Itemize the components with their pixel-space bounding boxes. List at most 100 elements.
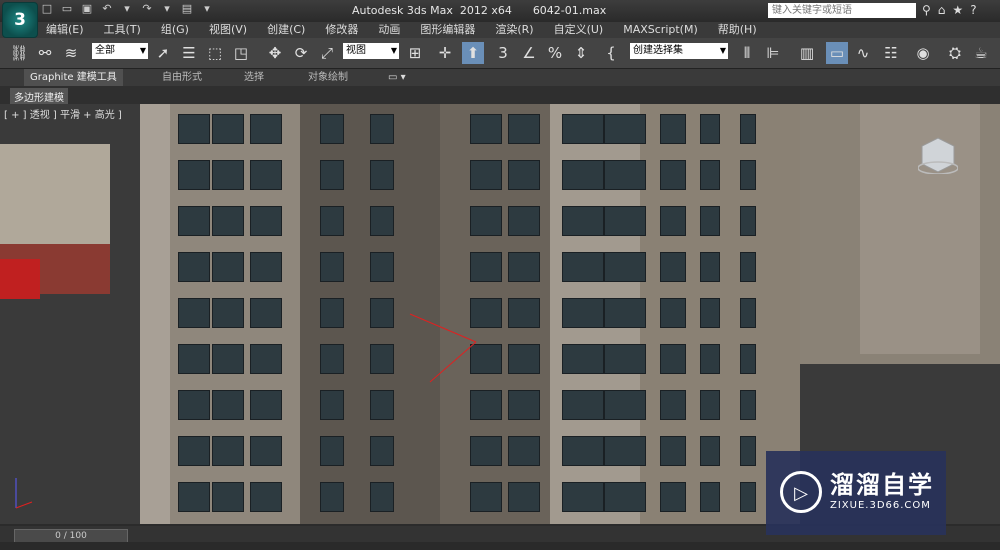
window-pane — [370, 160, 394, 190]
pivot-center-icon[interactable]: ⊞ — [404, 42, 426, 64]
tab-selection[interactable]: 选择 — [244, 69, 264, 86]
menu-item[interactable]: 编辑(E) — [46, 22, 84, 38]
tab-freeform[interactable]: 自由形式 — [162, 69, 202, 86]
redo-icon[interactable]: ↷ — [140, 2, 154, 16]
select-by-name-icon[interactable]: ☰ — [178, 42, 200, 64]
tab-graphite[interactable]: Graphite 建模工具 — [24, 69, 123, 86]
select-and-rotate-icon[interactable]: ⟳ — [290, 42, 312, 64]
render-production-icon[interactable]: ☕ — [970, 42, 992, 64]
time-slider[interactable]: 0 / 100 — [14, 529, 128, 543]
window-pane — [562, 344, 604, 374]
window-pane — [250, 206, 282, 236]
project-folder-icon[interactable]: ▤ — [180, 2, 194, 16]
unlink-selection-icon[interactable]: ⚯ — [34, 42, 56, 64]
menu-item[interactable]: MAXScript(M) — [623, 22, 698, 38]
percent-snap-label: % — [547, 44, 563, 62]
render-setup-icon[interactable]: ⛭ — [944, 42, 966, 64]
schematic-view-icon[interactable]: ☷ — [880, 42, 902, 64]
menu-item[interactable]: 修改器 — [325, 22, 358, 38]
window-pane — [470, 482, 502, 512]
chevron-down-icon: ▼ — [139, 46, 146, 55]
layer-manager-icon[interactable]: ▥ — [796, 42, 818, 64]
bind-to-space-warp-icon[interactable]: ≋ — [60, 42, 82, 64]
window-pane — [370, 482, 394, 512]
binoculars-icon[interactable]: ⚲ — [922, 3, 931, 17]
viewport-label[interactable]: [ + ] 透视 ] 平滑 + 高光 ] — [4, 106, 122, 121]
favorites-icon[interactable]: ★ — [952, 3, 963, 17]
window-pane — [660, 390, 686, 420]
edit-named-selection-icon[interactable]: { — [600, 42, 622, 64]
quick-access-dropdown-icon[interactable]: ▾ — [200, 2, 214, 16]
reference-coordinate-dropdown[interactable]: 视图 ▼ — [343, 43, 399, 59]
window-pane — [250, 436, 282, 466]
menu-item[interactable]: 创建(C) — [267, 22, 305, 38]
align-icon[interactable]: ⊫ — [762, 42, 784, 64]
polygon-modeling-panel[interactable]: 多边形建模 — [10, 88, 68, 105]
percent-snap-icon[interactable]: % — [544, 42, 566, 64]
window-pane — [178, 298, 210, 328]
window-pane — [740, 298, 756, 328]
window-pane — [320, 390, 344, 420]
rectangular-selection-icon[interactable]: ⬚ — [204, 42, 226, 64]
menu-item[interactable]: 工具(T) — [104, 22, 141, 38]
named-selection-dropdown[interactable]: 创建选择集 ▼ — [630, 43, 728, 59]
new-file-icon[interactable]: □ — [40, 2, 54, 16]
menu-item[interactable]: 组(G) — [161, 22, 189, 38]
select-object-icon[interactable]: ➚ — [152, 42, 174, 64]
graphite-toggle-icon[interactable]: ▭ — [826, 42, 848, 64]
viewcube-face[interactable] — [921, 137, 955, 173]
window-pane — [562, 160, 604, 190]
chevron-down-icon: ▼ — [719, 46, 726, 55]
window-pane — [660, 252, 686, 282]
window-pane — [370, 206, 394, 236]
redo-dropdown-icon[interactable]: ▾ — [160, 2, 174, 16]
window-pane — [740, 344, 756, 374]
open-file-icon[interactable]: ▭ — [60, 2, 74, 16]
menu-item[interactable]: 自定义(U) — [554, 22, 604, 38]
window-pane — [212, 390, 244, 420]
application-menu-button[interactable]: 3 — [2, 2, 38, 38]
menu-item[interactable]: 帮助(H) — [718, 22, 757, 38]
curve-editor-icon[interactable]: ∿ — [852, 42, 874, 64]
ribbon-options-icon[interactable]: ▭ ▾ — [388, 69, 406, 86]
select-and-move-icon[interactable]: ✥ — [264, 42, 286, 64]
keyboard-shortcut-override-icon[interactable]: ⬆ — [462, 42, 484, 64]
menu-item[interactable]: 动画 — [378, 22, 400, 38]
undo-icon[interactable]: ↶ — [100, 2, 114, 16]
menu-item[interactable]: 视图(V) — [209, 22, 247, 38]
undo-dropdown-icon[interactable]: ▾ — [120, 2, 134, 16]
title-bar: □ ▭ ▣ ↶ ▾ ↷ ▾ ▤ ▾ Autodesk 3ds Max 2012 … — [0, 0, 1000, 22]
window-pane — [470, 390, 502, 420]
window-pane — [700, 482, 720, 512]
snaps-toggle-icon[interactable]: 3 — [492, 42, 514, 64]
help-icon[interactable]: ? — [970, 3, 976, 17]
angle-snap-icon[interactable]: ∠ — [518, 42, 540, 64]
material-editor-icon[interactable]: ◉ — [912, 42, 934, 64]
window-pane — [320, 482, 344, 512]
window-pane — [604, 436, 646, 466]
window-pane — [178, 160, 210, 190]
save-icon[interactable]: ▣ — [80, 2, 94, 16]
window-pane — [470, 160, 502, 190]
selection-filter-dropdown[interactable]: 全部 ▼ — [92, 43, 148, 59]
select-and-manipulate-icon[interactable]: ✛ — [434, 42, 456, 64]
tab-object-paint[interactable]: 对象绘制 — [308, 69, 348, 86]
window-crossing-icon[interactable]: ◳ — [230, 42, 252, 64]
window-pane — [660, 206, 686, 236]
window-pane — [508, 390, 540, 420]
window-pane — [700, 344, 720, 374]
window-pane — [470, 252, 502, 282]
frame-ruler[interactable] — [0, 542, 1000, 550]
communication-center-icon[interactable]: ⌂ — [938, 3, 946, 17]
window-pane — [562, 252, 604, 282]
window-pane — [212, 298, 244, 328]
viewcube[interactable] — [917, 134, 959, 175]
search-input[interactable]: 键入关键字或短语 — [768, 3, 916, 18]
select-and-scale-icon[interactable]: ⤢ — [316, 42, 338, 64]
menu-item[interactable]: 图形编辑器 — [420, 22, 475, 38]
window-pane — [320, 436, 344, 466]
menu-item[interactable]: 渲染(R) — [495, 22, 533, 38]
select-and-link-icon[interactable]: ⛓ — [8, 42, 30, 64]
spinner-snap-icon[interactable]: ⇕ — [570, 42, 592, 64]
mirror-icon[interactable]: ⫴ — [736, 42, 758, 64]
